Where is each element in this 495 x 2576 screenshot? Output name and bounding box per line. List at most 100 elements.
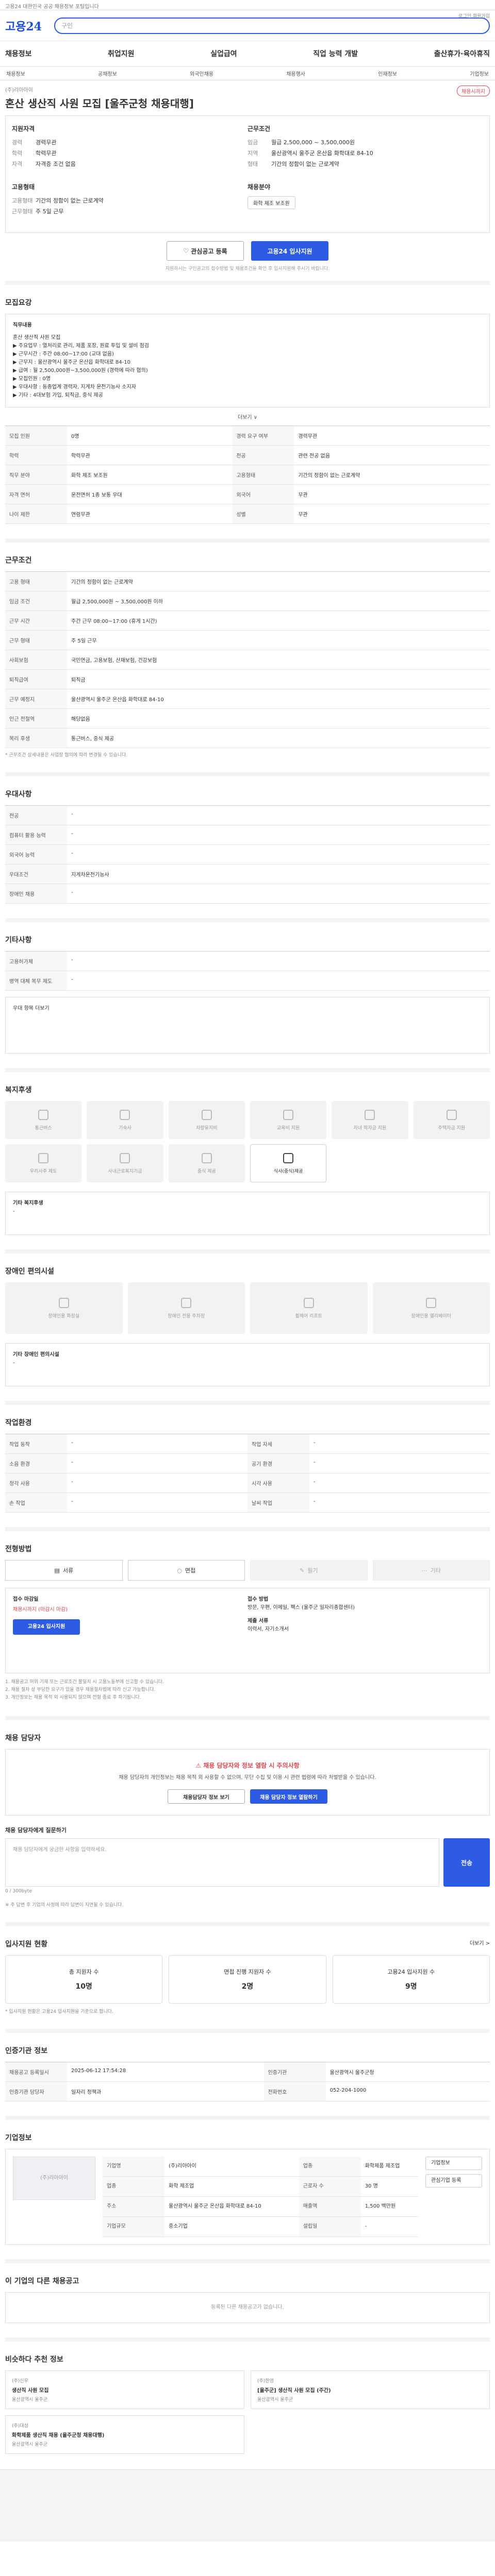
- pencil-icon: ✎: [300, 1567, 305, 1574]
- cell-value: -: [67, 844, 490, 865]
- menu-item[interactable]: 취업지원: [108, 48, 135, 59]
- table-row: 인증기관 담당자 일자리 정책과 전화번호 052-204-1000: [5, 2081, 490, 2102]
- table-row: 근무 시간 주간 근무 08:00~17:00 (휴게 1시간): [5, 611, 490, 631]
- facility-section: 장애인 편의시설 장애인용 화장실 장애인 전용 주차장 휠체어 리프트 장애인용 엘…: [5, 1249, 490, 1392]
- recommend-card[interactable]: (주)대성 화학제품 생산직 채용 (울주군청 채용대행) 울산광역시 울주군: [5, 2415, 244, 2454]
- table-row: 사회보험 국민연금, 고용보험, 산재보험, 건강보험: [5, 650, 490, 670]
- cell-label: 자격 면허: [5, 484, 67, 504]
- summary-heading: 근무조건: [248, 125, 271, 132]
- submenu-item[interactable]: 채용행사: [286, 70, 305, 77]
- contact-open-button[interactable]: 채용 담당자 정보 열람하기: [250, 1789, 327, 1804]
- question-send-button[interactable]: 전송: [443, 1838, 490, 1887]
- section-title: 이 기업의 다른 채용공고: [5, 2277, 79, 2285]
- kv-label: 경력: [12, 139, 23, 146]
- question-count: 0 / 300byte: [5, 1889, 32, 1894]
- search-input[interactable]: 구인: [54, 17, 490, 34]
- kv-value: 경력무관: [36, 139, 57, 146]
- site-logo[interactable]: 고용24: [5, 18, 54, 34]
- apply-note: 지원하시는 구인공고의 접수방법 및 채용조건을 확인 후 입사지원해 주시기 …: [165, 266, 330, 272]
- status-note: * 입사지원 현황은 고용24 입사지원을 기준으로 합니다.: [5, 2009, 113, 2014]
- table-row: 청각 사용 - 시각 사용 -: [5, 1473, 490, 1493]
- tab-label: 면접: [185, 1567, 196, 1574]
- section-title: 전형방법: [5, 1545, 32, 1553]
- menu-item[interactable]: 출산휴가·육아휴직: [434, 48, 490, 59]
- company-follow-button[interactable]: 관심기업 등록: [425, 2174, 482, 2188]
- table-row: 외국어 능력 -: [5, 844, 490, 865]
- cell-label: 주소: [103, 2196, 164, 2217]
- table-row: 고용허가제 -: [5, 951, 490, 971]
- company-box: (주)리아아이 기업명 (주)리아아이 업종 화학제품 제조업 업종 화학 제조업 근로자 …: [5, 2149, 490, 2245]
- util-links[interactable]: 로그인 회원가입: [458, 12, 490, 19]
- contact-section: 채용 담당자 ⚠ 채용 담당자와 정보 열람 시 주의사항 채용 담당자의 개인…: [5, 1716, 490, 1913]
- tab-document[interactable]: ▤ 서류: [5, 1560, 123, 1581]
- benefit-icon: [38, 1153, 49, 1163]
- warn-text: 채용 담당자의 개인정보는 채용 목적 외 사용할 수 없으며, 무단 수집 및…: [119, 1775, 376, 1781]
- benefit-icon: [201, 1153, 212, 1163]
- cell-value: -: [67, 1434, 248, 1454]
- welfare-label: 중식 제공: [197, 1168, 216, 1174]
- other-jobs-section: 이 기업의 다른 채용공고 등록된 다른 채용공고가 없습니다.: [5, 2259, 490, 2328]
- cell-value: 주 5일 근무: [67, 630, 490, 650]
- status-label: 면접 진행 지원자 수: [224, 1969, 271, 1975]
- question-title: 채용 담당자에게 질문하기: [5, 1827, 67, 1834]
- welfare-item: 교육비 지원: [250, 1101, 327, 1139]
- cell-value: 30 명: [360, 2176, 418, 2197]
- status-more-link[interactable]: 더보기 >: [470, 1939, 490, 1946]
- company-info-button[interactable]: 기업정보: [425, 2157, 482, 2170]
- section-title: 장애인 편의시설: [5, 1267, 55, 1276]
- tab-interview[interactable]: ◌ 면접: [127, 1560, 245, 1581]
- welfare-label: 사내근로복지기금: [108, 1168, 142, 1174]
- apply-button[interactable]: 고용24 입사지원: [251, 241, 328, 261]
- kv-label: 자격: [12, 161, 23, 167]
- question-note: ※ 주 답변 후 기업의 사정에 따라 답변이 지연될 수 있습니다.: [5, 1903, 124, 1908]
- facility-label: 장애인용 화장실: [48, 1313, 80, 1319]
- more-toggle[interactable]: 더보기 ∨: [5, 413, 490, 420]
- submenu-item[interactable]: 기업정보: [470, 70, 489, 77]
- welfare-label: 기숙사: [119, 1125, 131, 1131]
- recommend-card[interactable]: (주)신우 생산직 사원 모집 울산광역시 울주군: [5, 2370, 244, 2409]
- submenu-item[interactable]: 외국인채용: [190, 70, 213, 77]
- section-title: 인증기관 정보: [5, 2047, 48, 2055]
- recommend-card[interactable]: (주)한영 [울주군] 생산직 사원 모집 (주간) 울산광역시 울주군: [251, 2370, 490, 2409]
- env-table: 작업 동작 - 작업 자세 - 소음 환경 - 공기 환경 - 청각 사용 - 시각 사용 - 손 작업…: [5, 1434, 490, 1513]
- cell-value: 학력무관: [67, 445, 233, 465]
- method-apply-button[interactable]: 고용24 입사지원: [13, 1619, 80, 1635]
- cell-label: 기업규모: [103, 2216, 164, 2237]
- facility-label: 장애인 전용 주차장: [168, 1313, 205, 1319]
- menu-item[interactable]: 채용정보: [5, 48, 32, 59]
- kv-value: 월급 2,500,000 ~ 3,500,000원: [271, 139, 355, 146]
- cell-label: 인증기관 담당자: [5, 2081, 67, 2102]
- heart-icon: ♡: [183, 247, 191, 255]
- table-row: 학력 학력무관 전공 관련 전공 없음: [5, 445, 490, 465]
- status-card: 면접 진행 지원자 수 2명: [169, 1955, 326, 2004]
- submenu-item[interactable]: 인재정보: [378, 70, 397, 77]
- scrap-button[interactable]: ♡ 관심공고 등록: [167, 241, 244, 261]
- cell-label: 근무 예정지: [5, 689, 67, 709]
- cell-label: 우대조건: [5, 864, 67, 884]
- scrap-label: 관심공고 등록: [191, 247, 227, 255]
- welfare-label: 우리사주 제도: [29, 1168, 57, 1174]
- cell-value: 무관: [294, 484, 490, 504]
- top-notice: 고용24 대한민국 공공 채용정보 포털입니다: [0, 0, 495, 10]
- table-row: 컴퓨터 활용 능력 -: [5, 825, 490, 845]
- cell-value: -: [67, 825, 490, 845]
- cell-label: 손 작업: [5, 1493, 67, 1513]
- submenu-item[interactable]: 공채정보: [98, 70, 117, 77]
- kv-label: 임금: [248, 139, 258, 146]
- cell-label: 복리 후생: [5, 728, 67, 748]
- submenu-item[interactable]: 채용정보: [6, 70, 25, 77]
- recommend-title: 생산직 사원 모집: [12, 2388, 49, 2394]
- contact-view-button[interactable]: 채용담당자 정보 보기: [168, 1789, 245, 1804]
- cell-label: 임금 조건: [5, 591, 67, 611]
- facility-item: 장애인용 화장실: [5, 1282, 123, 1334]
- table-row: 근무 예정지 울산광역시 울주군 온산읍 화학대로 84-10: [5, 689, 490, 709]
- section-title: 복지후생: [5, 1086, 32, 1094]
- menu-item[interactable]: 실업급여: [210, 48, 237, 59]
- question-input[interactable]: 채용 담당자에게 궁금한 사항을 입력하세요.: [5, 1838, 439, 1887]
- section-title: 입사지원 현황 더보기 >: [5, 1939, 490, 1949]
- menu-item[interactable]: 직업 능력 개발: [313, 48, 358, 59]
- accessibility-icon: [303, 1297, 314, 1308]
- cell-label: 고용 형태: [5, 571, 67, 591]
- cell-value: 기간의 정함이 없는 근로계약: [67, 571, 490, 591]
- site-footer: [0, 2469, 495, 2541]
